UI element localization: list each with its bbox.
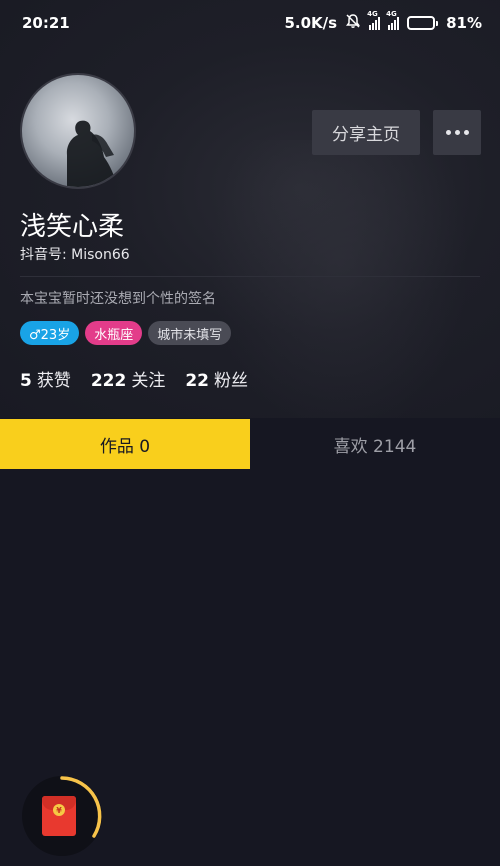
battery-icon xyxy=(407,16,439,30)
likes-stat[interactable]: 5 获赞 xyxy=(20,366,71,391)
following-stat[interactable]: 222 关注 xyxy=(91,366,166,391)
signal-icon: 4G xyxy=(367,10,381,30)
red-packet-coin: ¥ xyxy=(53,804,65,816)
status-time: 20:21 xyxy=(22,14,70,32)
status-indicators: 5.0K/s 4G 4G 81% xyxy=(284,10,482,33)
status-bar: 20:21 5.0K/s 4G 4G 81% xyxy=(0,0,500,46)
red-packet-icon: ¥ xyxy=(42,796,76,836)
zodiac-tag: 水瓶座 xyxy=(85,321,143,345)
profile-nickname: 浅笑心柔 xyxy=(20,212,125,242)
likes-count: 5 xyxy=(20,371,32,391)
profile-stats: 5 获赞 222 关注 22 粉丝 xyxy=(20,366,248,391)
signal-icon: 4G xyxy=(386,10,400,30)
gender-age-tag: ♂23岁 xyxy=(20,321,80,345)
background-silhouette xyxy=(210,140,470,418)
tab-works[interactable]: 作品 0 xyxy=(0,419,250,469)
followers-stat[interactable]: 22 粉丝 xyxy=(185,366,248,391)
following-count: 222 xyxy=(90,371,127,391)
more-dots-icon xyxy=(445,130,451,135)
network-type-label: 4G xyxy=(386,10,397,18)
followers-count: 22 xyxy=(185,371,210,391)
network-speed: 5.0K/s xyxy=(284,14,338,32)
battery-percent: 81% xyxy=(446,14,482,32)
profile-tabs: 作品 0 喜欢 2144 xyxy=(0,419,500,469)
tab-likes[interactable]: 喜欢 2144 xyxy=(250,419,500,469)
likes-label: 获赞 xyxy=(36,371,71,391)
avatar[interactable] xyxy=(20,73,136,189)
more-dots-icon xyxy=(463,130,469,135)
more-options-button[interactable] xyxy=(433,110,481,155)
network-type-label: 4G xyxy=(367,10,378,18)
following-label: 关注 xyxy=(131,371,166,391)
followers-label: 粉丝 xyxy=(214,371,249,391)
city-tag[interactable]: 城市未填写 xyxy=(148,321,232,345)
bell-mute-icon xyxy=(345,13,361,33)
divider xyxy=(20,276,480,277)
profile-bio: 本宝宝暂时还没想到个性的签名 xyxy=(20,291,216,307)
profile-tags: ♂23岁 水瓶座 城市未填写 xyxy=(20,321,232,345)
share-profile-button[interactable]: 分享主页 xyxy=(312,110,420,155)
red-packet-button[interactable]: ¥ xyxy=(22,772,108,858)
more-dots-icon xyxy=(454,130,460,135)
douyin-id: 抖音号: Mison66 xyxy=(20,247,130,263)
